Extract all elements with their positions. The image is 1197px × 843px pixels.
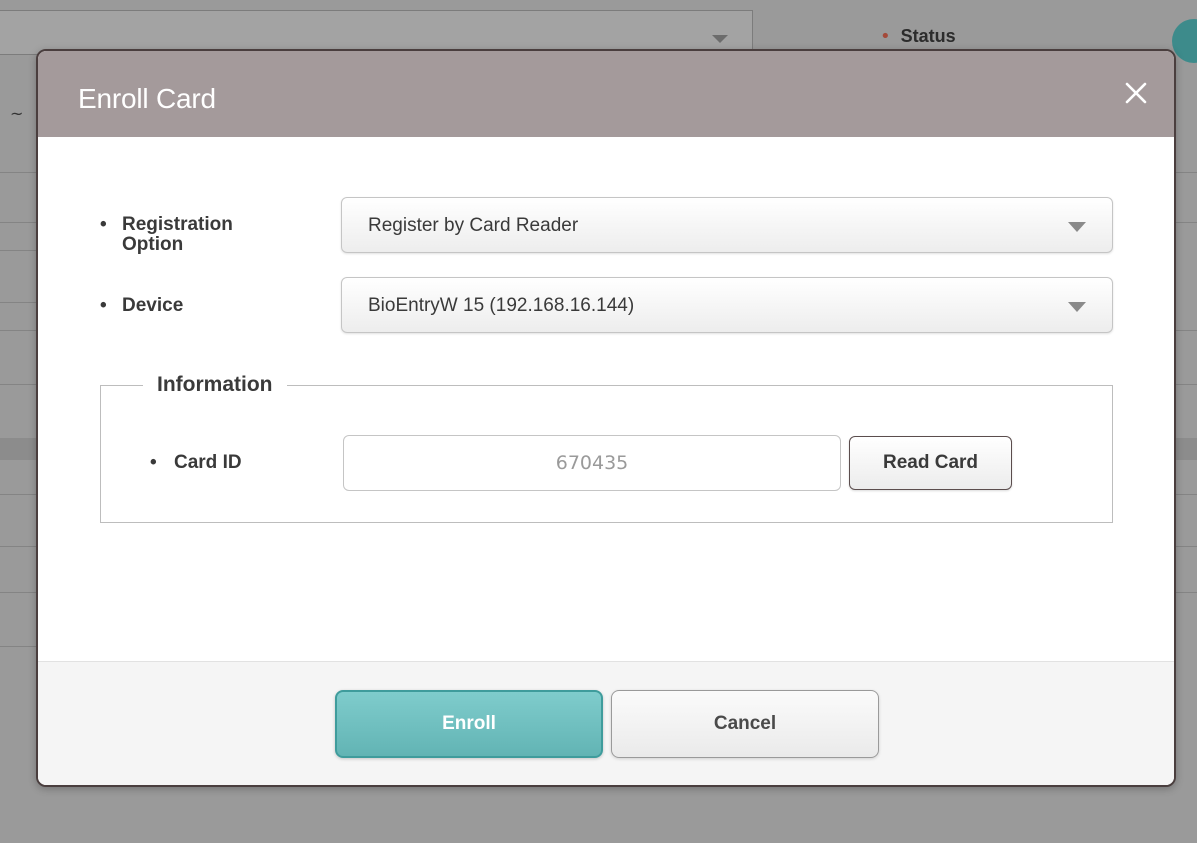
close-button[interactable]	[1116, 73, 1156, 113]
background-divider	[0, 546, 40, 547]
device-value: BioEntryW 15 (192.168.16.144)	[368, 295, 635, 316]
information-fieldset: Information • Card ID Read Card	[100, 371, 1113, 523]
background-band	[0, 438, 40, 460]
dialog-title: Enroll Card	[78, 83, 216, 114]
required-bullet: •	[880, 25, 891, 47]
background-divider	[0, 330, 40, 331]
card-id-label-text: Card ID	[174, 452, 242, 473]
dialog-header: Enroll Card	[38, 51, 1174, 137]
registration-option-select[interactable]: Register by Card Reader	[341, 197, 1113, 253]
background-divider	[0, 646, 40, 647]
enroll-card-dialog: Enroll Card • Registration Option Regist…	[36, 49, 1176, 787]
registration-option-label-text: Registration Option	[122, 214, 233, 255]
range-separator: ~	[10, 104, 24, 123]
background-divider	[0, 302, 40, 303]
cancel-button[interactable]: Cancel	[611, 690, 879, 758]
read-card-button[interactable]: Read Card	[849, 436, 1012, 490]
chevron-down-icon	[1068, 302, 1086, 312]
field-bullet: •	[100, 295, 107, 316]
information-legend: Information	[143, 371, 287, 399]
background-divider	[0, 384, 40, 385]
device-select[interactable]: BioEntryW 15 (192.168.16.144)	[341, 277, 1113, 333]
field-bullet: •	[150, 452, 157, 473]
background-divider	[0, 494, 40, 495]
background-divider	[0, 250, 40, 251]
dialog-body: • Registration Option Register by Card R…	[38, 137, 1174, 661]
enroll-button[interactable]: Enroll	[335, 690, 603, 758]
card-id-label: • Card ID	[150, 452, 242, 474]
status-label: Status	[900, 26, 956, 46]
device-label: • Device	[100, 296, 292, 316]
dialog-footer: Enroll Cancel	[38, 661, 1174, 785]
card-id-input[interactable]	[343, 435, 841, 491]
background-divider	[0, 592, 40, 593]
field-bullet: •	[100, 214, 107, 235]
background-divider	[0, 222, 40, 223]
chevron-down-icon	[1068, 222, 1086, 232]
device-label-text: Device	[122, 295, 184, 316]
close-icon	[1125, 82, 1147, 104]
background-divider	[0, 172, 40, 173]
background-status-field: • Status	[880, 26, 956, 47]
registration-option-value: Register by Card Reader	[368, 215, 579, 236]
registration-option-label: • Registration Option	[100, 215, 292, 255]
chevron-down-icon	[712, 35, 728, 43]
